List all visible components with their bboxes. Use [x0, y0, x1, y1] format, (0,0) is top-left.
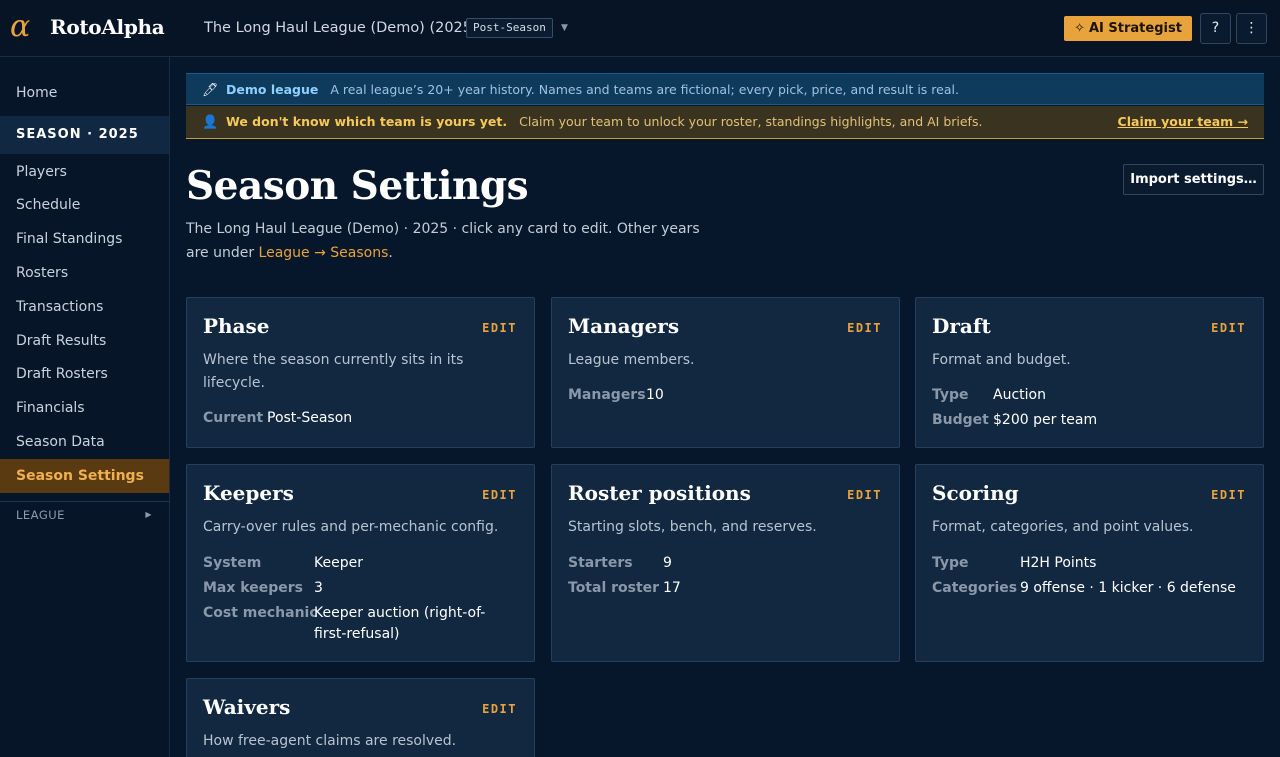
subtitle-suffix: . [388, 245, 393, 261]
claim-team-link[interactable]: Claim your team → [1118, 106, 1248, 138]
card-title: Keepers [203, 481, 294, 505]
row-value: 9 offense · 1 kicker · 6 defense [1020, 580, 1236, 596]
pencil-icon: 🖊 [202, 83, 219, 98]
claim-banner-title: We don't know which team is yours yet. [226, 114, 508, 129]
sidebar: Home SEASON · 2025 Players Schedule Fina… [0, 57, 170, 757]
row-value: 3 [314, 580, 323, 596]
card-description: Starting slots, bench, and reserves. [568, 519, 817, 535]
card-title: Scoring [932, 481, 1019, 505]
row-label: Budget [932, 412, 989, 428]
row-value: H2H Points [1020, 555, 1097, 571]
sparkle-icon: ✧ [1074, 21, 1085, 36]
sidebar-item-transactions[interactable]: Transactions [0, 291, 169, 323]
sidebar-item-draft-rosters[interactable]: Draft Rosters [0, 358, 169, 390]
card-description: Format and budget. [932, 352, 1071, 368]
card-phase[interactable]: Phase EDIT Where the season currently si… [186, 297, 535, 448]
help-button[interactable]: ? [1200, 13, 1231, 44]
sidebar-item-financials[interactable]: Financials [0, 392, 169, 424]
edit-button[interactable]: EDIT [482, 701, 517, 717]
sidebar-section-season: SEASON · 2025 [0, 116, 169, 154]
sidebar-item-rosters[interactable]: Rosters [0, 257, 169, 289]
claim-banner-message: Claim your team to unlock your roster, s… [519, 114, 983, 129]
card-title: Managers [568, 314, 680, 338]
ai-strategist-button[interactable]: ✧ AI Strategist [1064, 16, 1192, 41]
page-title: Season Settings [186, 163, 529, 209]
ai-strategist-label: AI Strategist [1088, 21, 1182, 36]
row-label: Categories [932, 580, 1018, 596]
row-value: Keeper [314, 555, 363, 571]
sidebar-item-season-data[interactable]: Season Data [0, 426, 169, 458]
row-value: Keeper auction (right-of-first-refusal) [314, 605, 486, 642]
row-label: Type [932, 387, 969, 403]
sidebar-item-home[interactable]: Home [0, 77, 169, 109]
claim-banner: 👤 We don't know which team is yours yet. C… [186, 106, 1264, 139]
edit-button[interactable]: EDIT [847, 320, 882, 336]
card-roster-positions[interactable]: Roster positions EDIT Starting slots, be… [551, 464, 900, 662]
phase-badge[interactable]: Post-Season [466, 18, 553, 38]
row-label: System [203, 555, 262, 571]
card-keepers[interactable]: Keepers EDIT Carry-over rules and per-me… [186, 464, 535, 662]
card-title: Phase [203, 314, 270, 338]
app-name[interactable]: RotoAlpha [50, 13, 165, 41]
row-label: Managers [568, 387, 646, 403]
card-title: Waivers [203, 695, 291, 719]
card-scoring[interactable]: Scoring EDIT Format, categories, and poi… [915, 464, 1264, 662]
user-icon: 👤 [202, 115, 219, 130]
card-description: Where the season currently sits in its l… [203, 352, 464, 391]
edit-button[interactable]: EDIT [847, 487, 882, 503]
sidebar-item-draft-results[interactable]: Draft Results [0, 325, 169, 357]
row-value: Post-Season [267, 410, 353, 426]
card-description: Carry-over rules and per-mechanic config… [203, 519, 499, 535]
sidebar-item-final-standings[interactable]: Final Standings [0, 223, 169, 255]
card-description: Format, categories, and point values. [932, 519, 1194, 535]
row-label: Total roster [568, 580, 660, 596]
sidebar-item-season-settings[interactable]: Season Settings [0, 459, 169, 493]
demo-banner: 🖊 Demo league A real league’s 20+ year his… [186, 73, 1264, 105]
row-value: $200 per team [993, 412, 1098, 428]
edit-button[interactable]: EDIT [482, 320, 517, 336]
row-label: Current [203, 410, 264, 426]
sidebar-item-schedule[interactable]: Schedule [0, 189, 169, 221]
row-value: 17 [663, 580, 681, 596]
chevron-right-icon: ▶ [145, 510, 152, 519]
card-description: League members. [568, 352, 695, 368]
top-bar: α RotoAlpha The Long Haul League (Demo) … [0, 0, 1280, 57]
card-managers[interactable]: Managers EDIT League members. Managers 1… [551, 297, 900, 448]
card-waivers[interactable]: Waivers EDIT How free-agent claims are r… [186, 678, 535, 757]
row-label: Max keepers [203, 580, 303, 596]
card-title: Roster positions [568, 481, 751, 505]
row-value: Auction [993, 387, 1046, 403]
row-value: 9 [663, 555, 672, 571]
demo-banner-message: A real league’s 20+ year history. Names … [330, 82, 959, 97]
row-label: Type [932, 555, 969, 571]
row-label: Cost mechanic [203, 605, 318, 621]
card-title: Draft [932, 314, 991, 338]
row-label: Starters [568, 555, 633, 571]
card-description: How free-agent claims are resolved. [203, 733, 457, 749]
import-settings-button[interactable]: Import settings… [1123, 164, 1264, 195]
demo-banner-title: Demo league [226, 82, 319, 97]
edit-button[interactable]: EDIT [1211, 320, 1246, 336]
edit-button[interactable]: EDIT [482, 487, 517, 503]
sidebar-item-league[interactable]: LEAGUE ▶ [0, 501, 169, 529]
logo-icon[interactable]: α [10, 9, 30, 45]
league-seasons-link[interactable]: League → Seasons [259, 245, 389, 261]
edit-button[interactable]: EDIT [1211, 487, 1246, 503]
row-value: 10 [646, 387, 664, 403]
league-name[interactable]: The Long Haul League (Demo) (2025) [204, 18, 478, 38]
page-subtitle: The Long Haul League (Demo) · 2025 · cli… [186, 217, 706, 265]
sidebar-league-label: LEAGUE [16, 508, 65, 522]
chevron-down-icon[interactable]: ▼ [561, 20, 568, 36]
sidebar-item-players[interactable]: Players [0, 156, 169, 188]
card-draft[interactable]: Draft EDIT Format and budget. Type Aucti… [915, 297, 1264, 448]
more-menu-button[interactable]: ⋮ [1236, 13, 1267, 44]
